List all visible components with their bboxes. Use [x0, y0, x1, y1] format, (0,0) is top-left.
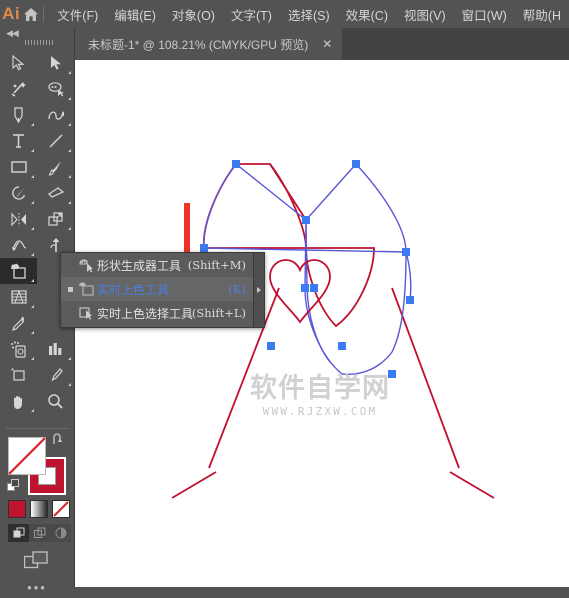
menu-bar: Ai 文件(F) 编辑(E) 对象(O) 文字(T) 选择(S) 效果(C) 视…: [0, 0, 569, 28]
none-slash-icon: [8, 437, 46, 475]
swap-fill-stroke-icon[interactable]: [52, 433, 65, 451]
tool-flyout-indicator[interactable]: [68, 71, 71, 74]
tool-flyout-indicator[interactable]: [31, 123, 34, 126]
heart-path: [269, 259, 331, 324]
menubar-divider: [42, 6, 44, 22]
flyout-item-shape-builder[interactable]: 形状生成器工具 (Shift+M): [61, 253, 264, 277]
tool-width[interactable]: [0, 232, 37, 258]
draw-modes: [8, 524, 71, 542]
tool-flyout-indicator[interactable]: [31, 149, 34, 152]
flyout-label-live-paint-bucket: 实时上色工具: [97, 282, 170, 297]
tool-flyout-indicator[interactable]: [31, 305, 34, 308]
document-tab[interactable]: 未标题-1* @ 108.21% (CMYK/GPU 预览) ✕: [74, 28, 343, 60]
flyout-item-live-paint-bucket[interactable]: 实时上色工具 (K): [61, 277, 264, 301]
none-swatch[interactable]: [52, 500, 70, 518]
tool-shaper[interactable]: [0, 180, 37, 206]
tool-flyout-menu: 形状生成器工具 (Shift+M) 实时上色工具 (K) 实时上色选择工具 (S…: [60, 252, 265, 328]
tool-eraser[interactable]: [37, 180, 74, 206]
menu-item-edit[interactable]: 编辑(E): [106, 1, 164, 28]
tool-eyedropper[interactable]: [0, 310, 37, 336]
tool-flyout-indicator[interactable]: [68, 175, 71, 178]
tool-slice[interactable]: [37, 362, 74, 388]
tool-grid: [0, 50, 74, 414]
menu-item-help[interactable]: 帮助(H: [515, 1, 569, 28]
document-tab-title: 未标题-1* @ 108.21% (CMYK/GPU 预览): [88, 37, 309, 52]
tool-perspective-grid[interactable]: [0, 284, 37, 310]
tear-off-arrow-icon[interactable]: [253, 253, 264, 327]
tool-flyout-indicator[interactable]: [68, 97, 71, 100]
tool-magic-wand[interactable]: [0, 76, 37, 102]
tool-shape-builder[interactable]: [0, 258, 37, 284]
close-icon[interactable]: ✕: [322, 38, 332, 50]
flyout-shortcut-shape-builder: (Shift+M): [187, 258, 246, 272]
fill-stroke-control: [7, 433, 66, 498]
live-paint-selection-icon: [75, 306, 97, 321]
tool-hand[interactable]: [0, 388, 37, 414]
tool-flyout-indicator[interactable]: [68, 149, 71, 152]
more-tools-button[interactable]: •••: [0, 578, 74, 598]
flyout-label-shape-builder: 形状生成器工具: [97, 258, 182, 273]
tool-flyout-indicator[interactable]: [31, 331, 34, 334]
menu-item-view[interactable]: 视图(V): [396, 1, 454, 28]
default-fill-stroke-icon[interactable]: [7, 479, 21, 498]
tools-divider: [6, 428, 68, 429]
flyout-label-live-paint-selection: 实时上色选择工具: [97, 306, 194, 321]
tool-column-graph[interactable]: [37, 336, 74, 362]
tool-rotate[interactable]: [0, 206, 37, 232]
draw-normal-mode[interactable]: [8, 524, 29, 542]
document-tab-bar: 未标题-1* @ 108.21% (CMYK/GPU 预览) ✕: [74, 28, 569, 60]
tool-pen[interactable]: [0, 102, 37, 128]
flyout-shortcut-live-paint-bucket: (K): [228, 282, 246, 296]
draw-behind-mode[interactable]: [29, 524, 50, 542]
tool-flyout-indicator[interactable]: [31, 253, 34, 256]
menu-items: 文件(F) 编辑(E) 对象(O) 文字(T) 选择(S) 效果(C) 视图(V…: [49, 1, 569, 28]
tool-flyout-indicator[interactable]: [68, 357, 71, 360]
collapse-panel-icon[interactable]: ◀◀: [6, 28, 19, 39]
fill-swatch[interactable]: [8, 437, 46, 475]
tool-flyout-indicator[interactable]: [31, 175, 34, 178]
tool-flyout-indicator[interactable]: [31, 409, 34, 412]
draw-inside-mode[interactable]: [50, 524, 71, 542]
flyout-shortcut-live-paint-selection: (Shift+L): [191, 306, 246, 320]
flyout-selected-bullet: [65, 286, 75, 292]
flyout-item-live-paint-selection[interactable]: 实时上色选择工具 (Shift+L): [61, 301, 264, 325]
live-paint-bucket-icon: [75, 281, 97, 297]
screen-mode-icon[interactable]: [0, 548, 74, 574]
tool-rectangle[interactable]: [0, 154, 37, 180]
shape-builder-icon: [75, 258, 97, 273]
tool-flyout-indicator[interactable]: [68, 227, 71, 230]
tool-direct-selection[interactable]: [37, 50, 74, 76]
menu-item-effect[interactable]: 效果(C): [338, 1, 396, 28]
gradient-swatch[interactable]: [30, 500, 48, 518]
ai-logo: Ai: [2, 4, 21, 23]
tool-type[interactable]: [0, 128, 37, 154]
tool-flyout-indicator[interactable]: [31, 279, 34, 282]
tool-paintbrush[interactable]: [37, 154, 74, 180]
tool-flyout-indicator[interactable]: [68, 201, 71, 204]
color-mode-swatches: [8, 500, 70, 518]
tool-lasso[interactable]: [37, 76, 74, 102]
tool-symbol-sprayer[interactable]: [0, 336, 37, 362]
menu-item-select[interactable]: 选择(S): [280, 1, 338, 28]
illustrator-window: Ai 文件(F) 编辑(E) 对象(O) 文字(T) 选择(S) 效果(C) 视…: [0, 0, 569, 594]
menu-item-file[interactable]: 文件(F): [49, 1, 106, 28]
tools-panel-header: ◀◀: [0, 28, 74, 50]
menu-item-type[interactable]: 文字(T): [223, 1, 280, 28]
tool-scale[interactable]: [37, 206, 74, 232]
tool-selection[interactable]: [0, 50, 37, 76]
tool-curvature[interactable]: [37, 102, 74, 128]
panel-drag-handle[interactable]: [6, 40, 74, 45]
home-icon[interactable]: [22, 0, 40, 28]
tool-zoom[interactable]: [37, 388, 74, 414]
menu-item-window[interactable]: 窗口(W): [454, 1, 515, 28]
tool-flyout-indicator[interactable]: [31, 227, 34, 230]
menu-item-object[interactable]: 对象(O): [164, 1, 223, 28]
tool-flyout-indicator[interactable]: [68, 123, 71, 126]
tool-flyout-indicator[interactable]: [68, 383, 71, 386]
tool-flyout-indicator[interactable]: [31, 357, 34, 360]
tool-line-segment[interactable]: [37, 128, 74, 154]
tool-flyout-indicator[interactable]: [31, 201, 34, 204]
tool-artboard[interactable]: [0, 362, 37, 388]
color-swatch[interactable]: [8, 500, 26, 518]
